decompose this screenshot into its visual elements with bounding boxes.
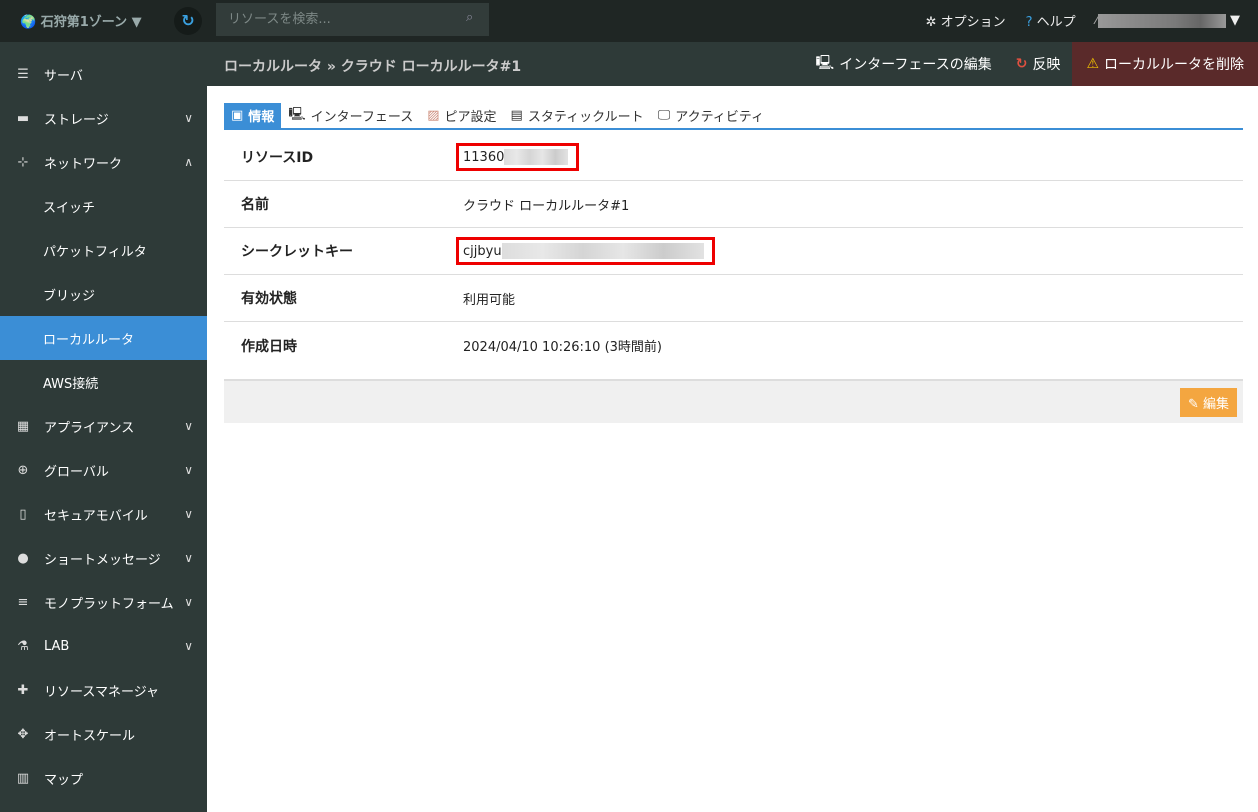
globe-icon: ⊕ xyxy=(17,462,29,478)
highlight-box: cjjbyu xyxy=(456,237,715,265)
tab-bar: ▣ 情報 🖳 インターフェース ▨ ピア設定 ▤ スタティックルート 🖵 アクティビティ xyxy=(224,103,1243,130)
main-content: ▣ 情報 🖳 インターフェース ▨ ピア設定 ▤ スタティックルート 🖵 アクティビティ … xyxy=(224,103,1243,423)
chat-icon: ● xyxy=(17,550,29,566)
chevron-down-icon: ∨ xyxy=(184,419,193,433)
tab-static-routes[interactable]: ▤ スタティックルート xyxy=(504,103,651,128)
flask-icon: ⚗ xyxy=(17,638,29,654)
delete-router-button[interactable]: ⚠ ローカルルータを削除 xyxy=(1072,42,1258,86)
sidebar-item-secure-mobile[interactable]: ▯ セキュアモバイル ∨ xyxy=(0,492,207,536)
puzzle-icon: ✚ xyxy=(17,682,29,698)
breadcrumb: ローカルルータ » クラウド ローカルルータ#1 xyxy=(224,59,522,75)
table-row: 有効状態 利用可能 xyxy=(224,275,1243,322)
sidebar-item-resource-manager[interactable]: ✚ リソースマネージャ xyxy=(0,668,207,712)
sidebar-item-bridge[interactable]: ブリッジ xyxy=(0,272,207,316)
search-icon[interactable]: ⌕ xyxy=(466,10,473,25)
sidebar-item-global[interactable]: ⊕ グローバル ∨ xyxy=(0,448,207,492)
help-icon: ? xyxy=(1025,15,1033,30)
refresh-icon[interactable]: ↻ xyxy=(174,7,202,35)
user-menu[interactable]: ⁄ ▼ xyxy=(1096,13,1240,28)
chevron-down-icon: ∨ xyxy=(184,551,193,565)
route-icon: ▤ xyxy=(510,108,523,123)
sidebar-item-lab[interactable]: ⚗ LAB ∨ xyxy=(0,624,207,668)
refresh-icon: ↻ xyxy=(1015,56,1028,72)
table-row: 名前 クラウド ローカルルータ#1 xyxy=(224,181,1243,228)
apply-button[interactable]: ↻ 反映 xyxy=(1004,42,1073,86)
move-icon: ✥ xyxy=(17,726,29,742)
chevron-down-icon: ∨ xyxy=(184,639,193,653)
info-table: リソースID 11360 名前 クラウド ローカルルータ#1 シークレットキー cjj… xyxy=(224,134,1243,369)
table-row: リソースID 11360 xyxy=(224,134,1243,181)
interface-icon: 🖳 xyxy=(288,106,306,122)
tab-info[interactable]: ▣ 情報 xyxy=(224,103,282,128)
top-bar: 🌍 石狩第1ゾーン ▼ ↻ ⌕ ✲ オプション ? ヘルプ ⁄ ▼ xyxy=(0,0,1258,42)
edit-button[interactable]: ✎ 編集 xyxy=(1179,388,1237,417)
globe-icon: 🌍 xyxy=(20,15,37,30)
sidebar-item-appliance[interactable]: ▦ アプライアンス ∨ xyxy=(0,404,207,448)
redacted-text xyxy=(501,243,704,259)
table-row: 作成日時 2024/04/10 10:26:10 (3時間前) xyxy=(241,338,662,356)
warning-icon: ⚠ xyxy=(1086,56,1099,72)
handshake-icon: ▨ xyxy=(427,108,440,123)
sidebar: ☰ サーバ ▬ ストレージ ∨ ⊹ ネットワーク ∧ スイッチ パケットフィルタ ブリッジ… xyxy=(0,42,207,812)
sidebar-item-server[interactable]: ☰ サーバ xyxy=(0,52,207,96)
options-button[interactable]: ✲ オプション xyxy=(926,11,1006,30)
server-icon: ☰ xyxy=(17,66,29,82)
tab-interfaces[interactable]: 🖳 インターフェース xyxy=(281,103,420,128)
list-icon: ≡ xyxy=(17,594,29,610)
chevron-up-icon: ∧ xyxy=(184,155,193,169)
mobile-icon: ▯ xyxy=(19,506,27,522)
map-icon: ▥ xyxy=(16,770,30,786)
sidebar-item-local-router[interactable]: ローカルルータ xyxy=(0,316,207,360)
grid-icon: ▦ xyxy=(16,418,30,434)
chevron-down-icon: ∨ xyxy=(184,463,193,477)
sidebar-item-switch[interactable]: スイッチ xyxy=(0,184,207,228)
tab-peer-settings[interactable]: ▨ ピア設定 xyxy=(420,103,503,128)
chevron-down-icon: ∨ xyxy=(184,507,193,521)
network-icon: ⊹ xyxy=(17,154,29,170)
redacted-text xyxy=(504,149,569,165)
search-input[interactable] xyxy=(216,3,489,36)
chevron-down-icon: ∨ xyxy=(184,111,193,125)
interface-icon: 🖳 xyxy=(815,55,835,71)
storage-icon: ▬ xyxy=(16,110,30,126)
sidebar-item-network[interactable]: ⊹ ネットワーク ∧ xyxy=(0,140,207,184)
username-redacted xyxy=(1097,13,1226,28)
monitor-icon: 🖵 xyxy=(657,108,671,123)
sidebar-item-sms[interactable]: ● ショートメッセージ ∨ xyxy=(0,536,207,580)
footer-bar: ✎ 編集 xyxy=(224,379,1243,423)
page-header: ローカルルータ » クラウド ローカルルータ#1 🖳 インターフェースの編集 ↻ 反… xyxy=(207,42,1258,86)
sidebar-item-mono-platform[interactable]: ≡ モノプラットフォーム ∨ xyxy=(0,580,207,624)
table-row: シークレットキー cjjbyu xyxy=(224,228,1243,275)
sidebar-item-packet-filter[interactable]: パケットフィルタ xyxy=(0,228,207,272)
pencil-icon: ✎ xyxy=(1187,397,1199,412)
tab-activity[interactable]: 🖵 アクティビティ xyxy=(651,103,771,128)
zone-selector[interactable]: 🌍 石狩第1ゾーン ▼ xyxy=(20,11,142,30)
chevron-down-icon: ∨ xyxy=(184,595,193,609)
sidebar-item-autoscale[interactable]: ✥ オートスケール xyxy=(0,712,207,756)
sidebar-item-aws[interactable]: AWS接続 xyxy=(0,360,207,404)
sidebar-item-map[interactable]: ▥ マップ xyxy=(0,756,207,800)
gear-icon: ✲ xyxy=(925,15,937,30)
highlight-box: 11360 xyxy=(456,143,580,171)
info-icon: ▣ xyxy=(231,108,244,123)
edit-interfaces-button[interactable]: 🖳 インターフェースの編集 xyxy=(804,42,1004,86)
help-button[interactable]: ? ヘルプ xyxy=(1026,11,1076,30)
sidebar-item-storage[interactable]: ▬ ストレージ ∨ xyxy=(0,96,207,140)
